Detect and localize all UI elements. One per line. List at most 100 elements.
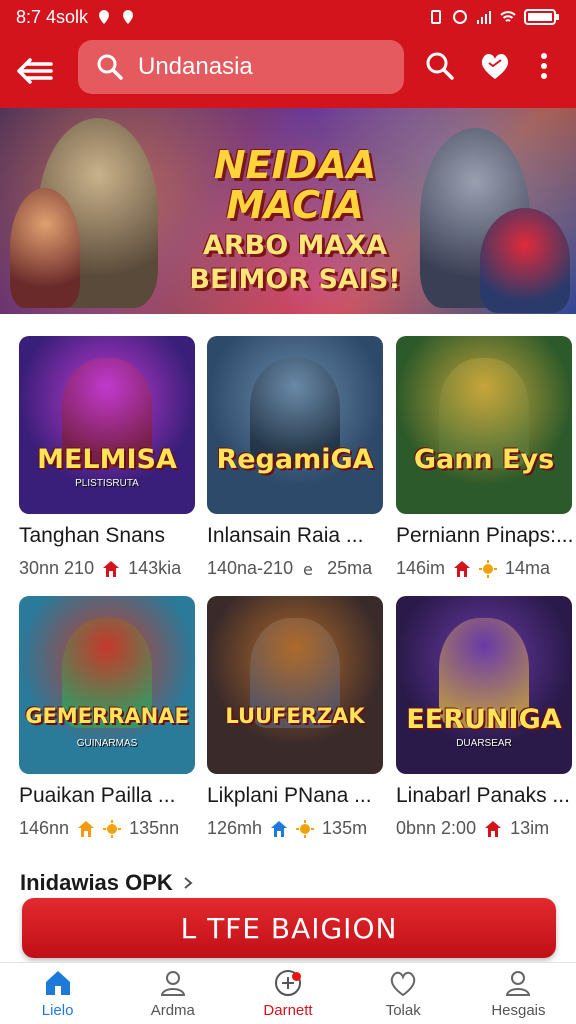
alarm-icon — [453, 10, 467, 24]
game-meta: 0bnn 2:00 13im — [396, 818, 572, 839]
game-card[interactable]: EERUNIGA DUARSEAR Linabarl Panaks ... 0bnn … — [396, 596, 572, 839]
game-title: Perniann Pinaps:... — [396, 524, 572, 547]
nav-label: Tolak — [385, 1002, 421, 1019]
section-header[interactable]: Inidawias OPK — [20, 870, 193, 896]
game-card[interactable]: RegamiGA Inlansain Raia ... 140na-210 e 25ma — [207, 336, 383, 579]
user-icon — [506, 971, 531, 996]
house-badge-icon — [485, 820, 502, 837]
game-logo-text: MELMISA — [37, 444, 177, 475]
game-logo-subtitle: PLISTISRUTA — [75, 478, 139, 489]
game-meta-left: 126mh — [207, 818, 263, 838]
game-meta: 146nn 135nn — [19, 818, 195, 839]
battery-icon — [524, 9, 559, 25]
game-meta: 30nn 210 143kia — [19, 558, 195, 579]
game-title: Likplani PNana ... — [207, 784, 372, 807]
game-meta-right: 14ma — [505, 558, 551, 578]
heart-outline-icon — [390, 971, 416, 997]
game-logo-text: RegamiGA — [216, 444, 374, 475]
search-icon — [97, 54, 123, 80]
search-icon — [426, 52, 454, 80]
game-logo-subtitle: GUINARMAS — [76, 738, 138, 749]
house-badge-icon — [454, 560, 471, 577]
house-badge-icon — [271, 820, 288, 837]
banner-robot — [480, 208, 570, 313]
house-badge-icon — [78, 820, 95, 837]
game-thumbnail[interactable]: EERUNIGA DUARSEAR — [396, 596, 572, 774]
game-thumbnail[interactable]: RegamiGA — [207, 336, 383, 514]
nav-item-tolak[interactable]: Tolak — [346, 963, 461, 1024]
game-meta: 146im 14ma — [396, 558, 572, 579]
nav-item-ardma[interactable]: Ardma — [115, 963, 230, 1024]
banner-subtitle-2: BEIMOR SAIS! — [189, 264, 401, 296]
section-title: Inidawias OPK — [20, 870, 173, 895]
game-meta-right: 25ma — [327, 558, 373, 578]
status-time: 8:7 4solk — [16, 6, 89, 27]
location-icon-2 — [123, 10, 134, 24]
game-logo-text: GEMERRANAE — [25, 704, 189, 728]
game-card[interactable]: GEMERRANAE GUINARMAS Puaikan Pailla ... 146… — [19, 596, 195, 839]
game-thumbnail[interactable]: Gann Eys — [396, 336, 572, 514]
sun-badge-icon — [479, 559, 498, 578]
banner-text: NEIDAA MACIA ARBO MAXA BEIMOR SAIS! — [150, 143, 440, 296]
game-title: Linabarl Panaks ... — [396, 784, 570, 807]
game-card[interactable]: LUUFERZAK Likplani PNana ... 126mh 135m — [207, 596, 383, 839]
game-title: Tanghan Snans — [19, 524, 165, 547]
game-meta-left: 146nn — [19, 818, 70, 838]
signal-icon — [477, 11, 491, 24]
game-logo-text: LUUFERZAK — [225, 704, 365, 728]
game-meta-right: 135m — [322, 818, 368, 838]
favorites-button[interactable] — [475, 46, 515, 86]
game-card[interactable]: Gann Eys Perniann Pinaps:... 146im 14ma — [396, 336, 572, 579]
heart-icon — [481, 53, 509, 79]
game-title: Puaikan Pailla ... — [19, 784, 176, 807]
nav-label: Darnett — [263, 1002, 313, 1019]
nav-label: Hesgais — [491, 1002, 546, 1019]
game-meta-right: 143kia — [128, 558, 182, 578]
game-meta-right: 135nn — [129, 818, 180, 838]
home-icon — [45, 971, 70, 995]
game-thumbnail[interactable]: LUUFERZAK — [207, 596, 383, 774]
game-meta: 126mh 135m — [207, 818, 383, 839]
nav-label: Lielo — [41, 1002, 74, 1019]
sun-badge-icon — [103, 819, 122, 838]
back-button[interactable] — [0, 34, 70, 108]
bottom-nav: Lielo Ardma Darnett Tolak Hesgais — [0, 962, 576, 1024]
location-icon — [99, 10, 110, 24]
nav-item-hesgais[interactable]: Hesgais — [461, 963, 576, 1024]
svg-text:e: e — [303, 560, 313, 578]
more-vert-icon — [541, 53, 547, 79]
game-title: Inlansain Raia ... — [207, 524, 364, 547]
chevron-right-icon — [184, 877, 193, 889]
game-thumbnail[interactable]: GEMERRANAE GUINARMAS — [19, 596, 195, 774]
app-header: Undanasia — [0, 34, 576, 108]
game-meta-left: 146im — [396, 558, 446, 578]
search-query: Undanasia — [138, 53, 253, 80]
game-card[interactable]: MELMISA PLISTISRUTA Tanghan Snans 30nn 210 1… — [19, 336, 195, 579]
game-meta-left: 140na-210 — [207, 558, 294, 578]
banner-title: NEIDAA MACIA — [213, 143, 377, 227]
nav-label: Ardma — [150, 1002, 195, 1019]
game-logo-text: Gann Eys — [413, 444, 555, 475]
vibrate-icon — [431, 10, 441, 24]
house-badge-icon — [103, 560, 120, 577]
status-right — [428, 8, 560, 26]
game-meta-left: 30nn 210 — [19, 558, 95, 578]
game-logo-text: EERUNIGA — [406, 704, 562, 735]
sun-badge-icon — [296, 819, 315, 838]
search-button[interactable] — [420, 46, 460, 86]
search-input[interactable]: Undanasia — [78, 40, 404, 94]
status-bar: 8:7 4solk — [0, 0, 576, 34]
more-button[interactable] — [524, 46, 564, 86]
game-meta-right: 13im — [510, 818, 550, 838]
game-meta: 140na-210 e 25ma — [207, 558, 383, 579]
wifi-icon — [500, 11, 516, 22]
back-arrow-icon — [17, 58, 53, 84]
promo-banner[interactable]: NEIDAA MACIA ARBO MAXA BEIMOR SAIS! — [0, 108, 576, 314]
cta-button[interactable]: L TFE BAIGION — [22, 898, 556, 958]
nav-item-lielo[interactable]: Lielo — [0, 963, 115, 1024]
banner-hero-small — [10, 188, 80, 308]
game-logo-subtitle: DUARSEAR — [456, 738, 512, 749]
user-icon — [160, 971, 185, 996]
nav-item-darnett[interactable]: Darnett — [230, 963, 345, 1024]
game-thumbnail[interactable]: MELMISA PLISTISRUTA — [19, 336, 195, 514]
